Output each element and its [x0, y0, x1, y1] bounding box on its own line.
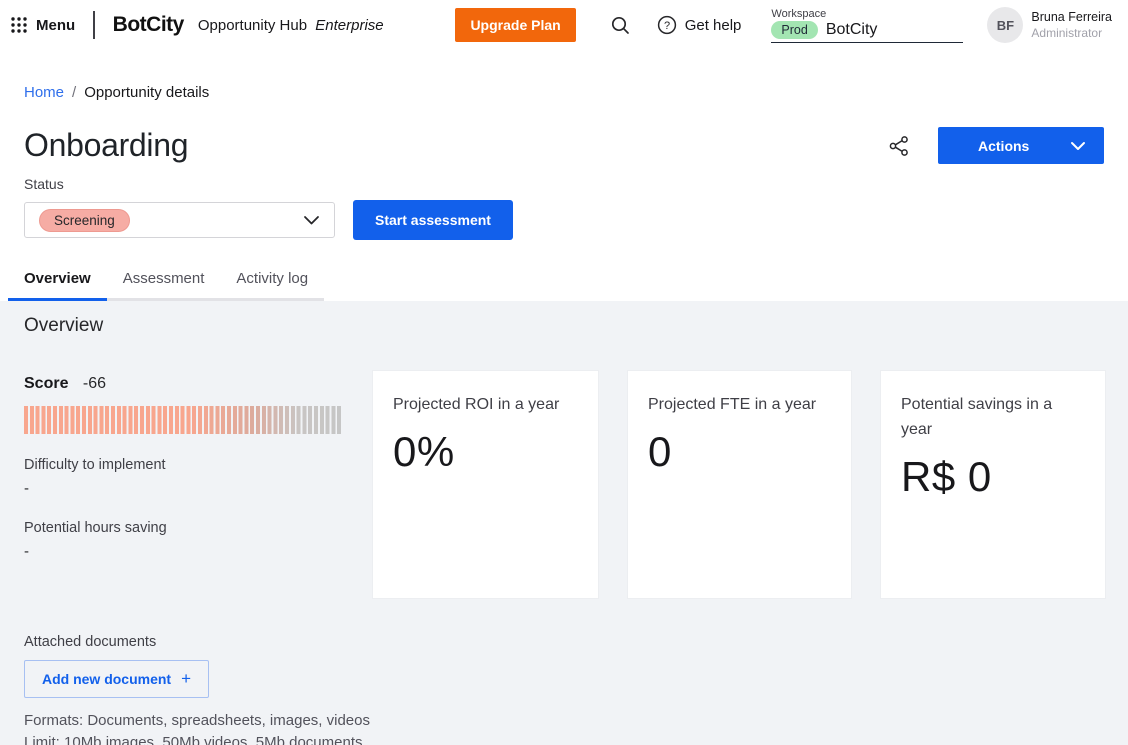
- user-info: Bruna Ferreira Administrator: [1031, 10, 1112, 40]
- start-assessment-button[interactable]: Start assessment: [353, 200, 513, 240]
- savings-card: Potential savings in a year R$ 0: [881, 371, 1105, 598]
- title-row: Onboarding Actions: [0, 101, 1128, 164]
- savings-card-title: Potential savings in a year: [901, 393, 1085, 443]
- score-label: Score: [24, 375, 68, 392]
- breadcrumb-home-link[interactable]: Home: [24, 84, 64, 101]
- menu-label: Menu: [36, 17, 75, 34]
- formats-note: Formats: Documents, spreadsheets, images…: [24, 710, 1108, 732]
- difficulty-label: Difficulty to implement: [24, 457, 343, 473]
- actions-label: Actions: [978, 138, 1029, 154]
- user-role: Administrator: [1031, 26, 1112, 40]
- search-button[interactable]: [610, 15, 631, 36]
- documents-notes: Formats: Documents, spreadsheets, images…: [24, 710, 1108, 745]
- fte-card-value: 0: [648, 428, 831, 476]
- score-column: Score -66 Difficulty to implement - Pote…: [24, 371, 343, 598]
- hours-saving-label: Potential hours saving: [24, 520, 343, 536]
- score-value: -66: [83, 375, 106, 392]
- fte-card-title: Projected FTE in a year: [648, 393, 831, 418]
- roi-card-value: 0%: [393, 428, 578, 476]
- roi-card-title: Projected ROI in a year: [393, 393, 578, 418]
- actions-button[interactable]: Actions: [938, 127, 1104, 164]
- plus-icon: +: [181, 669, 191, 689]
- chevron-down-icon: [1070, 141, 1086, 151]
- add-new-document-label: Add new document: [42, 671, 171, 687]
- status-row: Screening Start assessment: [0, 192, 1128, 240]
- botcity-logo[interactable]: BotCity: [113, 13, 184, 37]
- workspace-label: Workspace: [771, 8, 963, 20]
- add-new-document-button[interactable]: Add new document +: [24, 660, 209, 698]
- hours-saving-value: -: [24, 543, 343, 560]
- workspace-env-badge: Prod: [771, 21, 817, 39]
- overview-heading: Overview: [24, 315, 1108, 337]
- score-striped-bar: [24, 406, 343, 434]
- tab-overview[interactable]: Overview: [8, 262, 107, 298]
- workspace-selector[interactable]: Workspace Prod BotCity: [771, 8, 963, 43]
- limit-note: Limit: 10Mb images, 50Mb videos, 5Mb doc…: [24, 732, 1108, 745]
- user-name: Bruna Ferreira: [1031, 10, 1112, 24]
- overview-section: Overview Score -66 Difficulty to impleme…: [0, 301, 1128, 745]
- product-edition: Enterprise: [315, 17, 383, 34]
- page-title: Onboarding: [24, 127, 188, 164]
- svg-text:?: ?: [664, 20, 670, 32]
- tab-assessment[interactable]: Assessment: [107, 262, 221, 298]
- avatar: BF: [987, 7, 1023, 43]
- status-label: Status: [0, 164, 1128, 192]
- status-select[interactable]: Screening: [24, 202, 335, 238]
- grid-menu-icon: [10, 16, 28, 34]
- breadcrumb: Home / Opportunity details: [0, 50, 1128, 101]
- roi-card: Projected ROI in a year 0%: [373, 371, 598, 598]
- tab-bar: Overview Assessment Activity log: [8, 262, 324, 301]
- product-title: Opportunity Hub Enterprise: [198, 17, 384, 34]
- app-header: Menu BotCity Opportunity Hub Enterprise …: [0, 0, 1128, 50]
- tab-activity-log[interactable]: Activity log: [220, 262, 324, 298]
- upgrade-plan-button[interactable]: Upgrade Plan: [455, 8, 575, 42]
- difficulty-value: -: [24, 480, 343, 497]
- metrics-row: Score -66 Difficulty to implement - Pote…: [24, 371, 1108, 598]
- user-menu[interactable]: BF Bruna Ferreira Administrator: [987, 7, 1112, 43]
- get-help-button[interactable]: ? Get help: [657, 15, 742, 35]
- savings-card-value: R$ 0: [901, 453, 1085, 501]
- share-icon: [888, 135, 910, 157]
- attached-documents: Attached documents Add new document + Fo…: [24, 634, 1108, 745]
- status-pill: Screening: [39, 209, 130, 232]
- chevron-down-icon: [303, 215, 320, 226]
- workspace-name: BotCity: [826, 21, 878, 39]
- breadcrumb-separator: /: [72, 84, 76, 101]
- breadcrumb-current: Opportunity details: [84, 84, 209, 101]
- product-name: Opportunity Hub: [198, 17, 307, 34]
- score-line: Score -66: [24, 375, 343, 393]
- get-help-label: Get help: [685, 17, 742, 34]
- attached-documents-heading: Attached documents: [24, 634, 1108, 650]
- menu-button[interactable]: Menu: [10, 16, 75, 34]
- header-divider: [93, 11, 95, 39]
- help-icon: ?: [657, 15, 677, 35]
- fte-card: Projected FTE in a year 0: [628, 371, 851, 598]
- search-icon: [610, 15, 631, 36]
- workspace-value-row[interactable]: Prod BotCity: [771, 21, 963, 43]
- share-button[interactable]: [888, 135, 910, 157]
